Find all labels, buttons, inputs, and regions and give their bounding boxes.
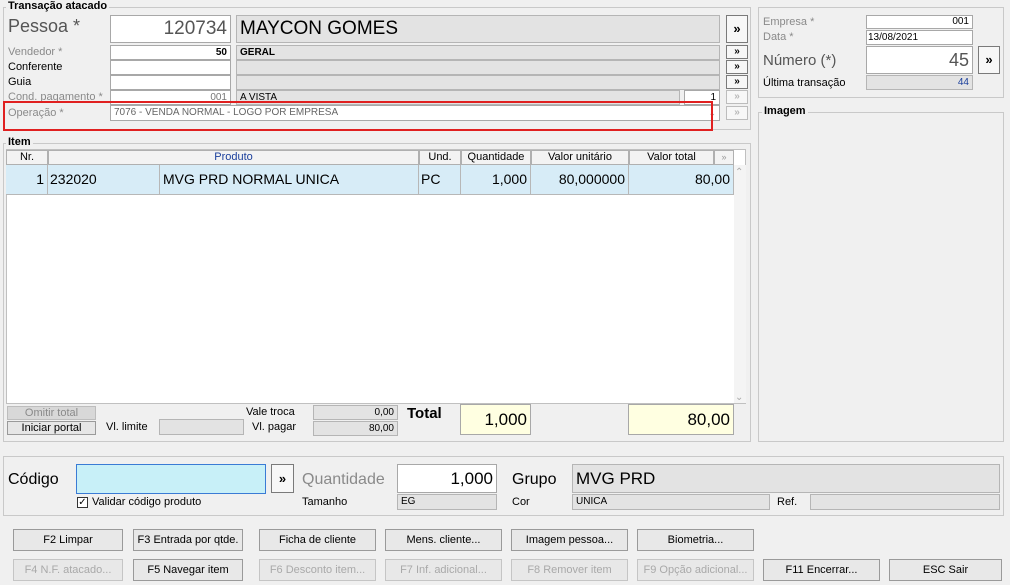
esc-sair-button[interactable]: ESC Sair: [889, 559, 1002, 581]
ref-label: Ref.: [777, 496, 798, 508]
numero-search-button[interactable]: »: [978, 46, 1000, 74]
vl-pagar-field: 80,00: [313, 421, 398, 436]
iniciar-portal-button[interactable]: Iniciar portal: [7, 421, 96, 435]
imagem-pessoa-button[interactable]: Imagem pessoa...: [511, 529, 628, 551]
f11-encerrar-button[interactable]: F11 Encerrar...: [763, 559, 880, 581]
col-header-valor-unitario[interactable]: Valor unitário: [531, 150, 629, 165]
cell-quantidade: 1,000: [461, 165, 531, 195]
cor-label: Cor: [512, 496, 530, 508]
f7-inf-adicional-button[interactable]: F7 Inf. adicional...: [385, 559, 502, 581]
guia-name-field: [236, 75, 720, 90]
quantidade-label: Quantidade: [302, 471, 385, 488]
vendedor-label: Vendedor *: [8, 46, 63, 58]
vl-limite-label: Vl. limite: [106, 421, 148, 433]
total-valor-field: 80,00: [628, 404, 734, 435]
ultima-transacao-field: 44: [866, 75, 973, 90]
operacao-search-button[interactable]: »: [726, 106, 748, 120]
conferente-name-field: [236, 60, 720, 75]
codigo-label: Código: [8, 471, 59, 488]
vl-limite-field: [159, 419, 244, 435]
imagem-group-title: Imagem: [762, 105, 808, 117]
vl-pagar-label: Vl. pagar: [252, 421, 297, 433]
f5-navegar-item-button[interactable]: F5 Navegar item: [133, 559, 243, 581]
codigo-search-button[interactable]: »: [271, 464, 294, 493]
quantidade-input[interactable]: 1,000: [397, 464, 497, 493]
ultima-transacao-label: Última transação: [763, 77, 846, 89]
conferente-label: Conferente: [8, 61, 63, 73]
f2-limpar-button[interactable]: F2 Limpar: [13, 529, 123, 551]
mens-cliente-button[interactable]: Mens. cliente...: [385, 529, 502, 551]
vale-troca-field: 0,00: [313, 405, 398, 420]
vale-troca-label: Vale troca: [246, 406, 295, 418]
cell-nr: 1: [6, 165, 48, 195]
tamanho-field: EG: [397, 494, 497, 510]
vendedor-code-field[interactable]: 50: [110, 45, 231, 60]
scroll-down-icon[interactable]: ⌄: [735, 392, 743, 403]
col-header-und[interactable]: Und.: [419, 150, 461, 165]
transacao-group-title: Transação atacado: [6, 0, 110, 12]
empresa-field[interactable]: 001: [866, 15, 973, 29]
validar-codigo-label[interactable]: Validar código produto: [92, 496, 201, 508]
grupo-field: MVG PRD: [572, 464, 1000, 493]
vendedor-search-button[interactable]: »: [726, 45, 748, 59]
empresa-label: Empresa *: [763, 16, 815, 28]
col-header-valor-total[interactable]: Valor total: [629, 150, 714, 165]
f9-opcao-adicional-button[interactable]: F9 Opção adicional...: [637, 559, 754, 581]
cor-field: UNICA: [572, 494, 770, 510]
col-header-quantidade[interactable]: Quantidade: [461, 150, 531, 165]
f3-entrada-por-qtde-button[interactable]: F3 Entrada por qtde.: [133, 529, 243, 551]
cell-produto: MVG PRD NORMAL UNICA: [160, 165, 419, 195]
omitir-total-button[interactable]: Omitir total: [7, 406, 96, 420]
ref-field: [810, 494, 1000, 510]
grupo-label: Grupo: [512, 471, 557, 488]
data-field[interactable]: 13/08/2021: [866, 30, 973, 45]
codigo-input[interactable]: [76, 464, 266, 494]
data-label: Data *: [763, 31, 794, 43]
numero-field[interactable]: 45: [866, 46, 973, 74]
f4-nf-atacado-button[interactable]: F4 N.F. atacado...: [13, 559, 123, 581]
col-header-nr[interactable]: Nr.: [6, 150, 48, 165]
table-row[interactable]: 1 232020 MVG PRD NORMAL UNICA PC 1,000 8…: [6, 165, 734, 195]
guia-code-field[interactable]: [110, 75, 231, 90]
cell-und: PC: [419, 165, 461, 195]
pessoa-search-button[interactable]: »: [726, 15, 748, 43]
imagem-group: [758, 112, 1004, 442]
total-label: Total: [407, 405, 442, 422]
item-grid-scrollbar[interactable]: ⌃ ⌄: [734, 165, 746, 403]
scroll-up-icon[interactable]: ⌃: [735, 167, 743, 178]
conferente-code-field[interactable]: [110, 60, 231, 75]
biometria-button[interactable]: Biometria...: [637, 529, 754, 551]
total-quantidade-field: 1,000: [460, 404, 531, 435]
cell-codigo: 232020: [48, 165, 160, 195]
item-group-title: Item: [6, 136, 33, 148]
ficha-de-cliente-button[interactable]: Ficha de cliente: [259, 529, 376, 551]
f6-desconto-item-button[interactable]: F6 Desconto item...: [259, 559, 376, 581]
validar-codigo-checkbox[interactable]: ✓: [77, 497, 88, 508]
operacao-highlight-box: [3, 101, 713, 131]
conferente-search-button[interactable]: »: [726, 60, 748, 74]
guia-label: Guia: [8, 76, 32, 88]
cell-valor-unitario: 80,000000: [531, 165, 629, 195]
pessoa-name-field: MAYCON GOMES: [236, 15, 720, 43]
tamanho-label: Tamanho: [302, 496, 348, 508]
col-header-menu[interactable]: »: [714, 150, 734, 165]
vendedor-name-field: GERAL: [236, 45, 720, 60]
pessoa-label: Pessoa *: [8, 16, 81, 36]
f8-remover-item-button[interactable]: F8 Remover item: [511, 559, 628, 581]
cond-pagamento-search-button[interactable]: »: [726, 90, 748, 104]
cell-valor-total: 80,00: [629, 165, 734, 195]
numero-label: Número (*): [763, 52, 837, 69]
col-header-produto[interactable]: Produto: [48, 150, 419, 165]
guia-search-button[interactable]: »: [726, 75, 748, 89]
pessoa-code-field[interactable]: 120734: [110, 15, 231, 43]
